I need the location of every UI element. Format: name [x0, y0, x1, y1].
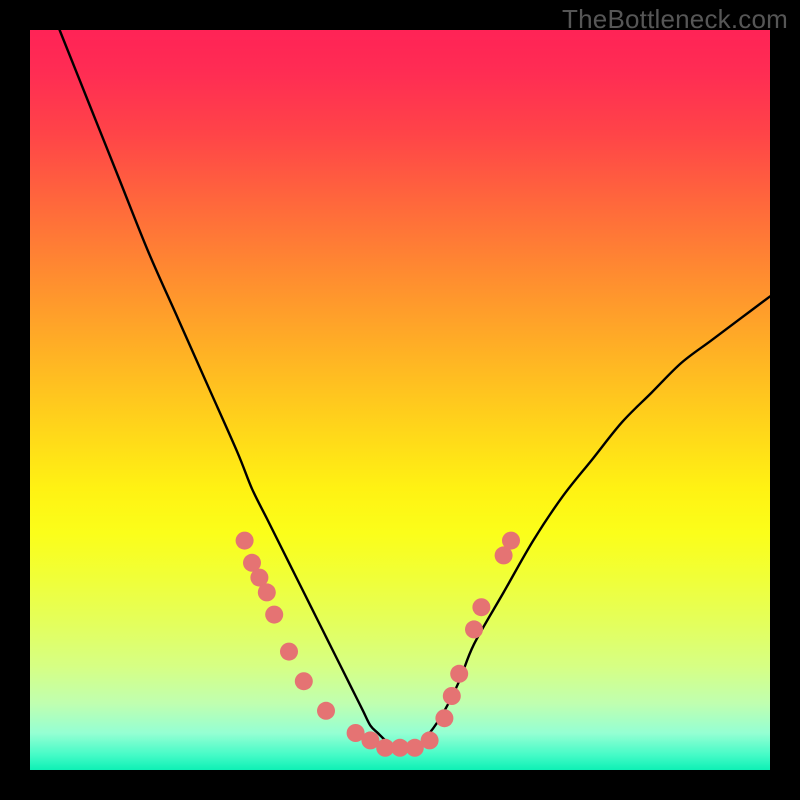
marker-dot	[502, 532, 520, 550]
marker-dot	[472, 598, 490, 616]
marker-dot	[435, 709, 453, 727]
marker-dot	[421, 731, 439, 749]
marker-dot	[236, 532, 254, 550]
watermark-text: TheBottleneck.com	[562, 4, 788, 35]
plot-area	[30, 30, 770, 770]
marker-dot	[465, 620, 483, 638]
chart-container: TheBottleneck.com	[0, 0, 800, 800]
chart-overlay	[30, 30, 770, 770]
marker-dot	[265, 606, 283, 624]
marker-dot	[280, 643, 298, 661]
marker-dot	[443, 687, 461, 705]
bottleneck-curve	[60, 30, 770, 749]
marker-dots	[236, 532, 520, 757]
marker-dot	[258, 583, 276, 601]
marker-dot	[317, 702, 335, 720]
marker-dot	[295, 672, 313, 690]
marker-dot	[450, 665, 468, 683]
